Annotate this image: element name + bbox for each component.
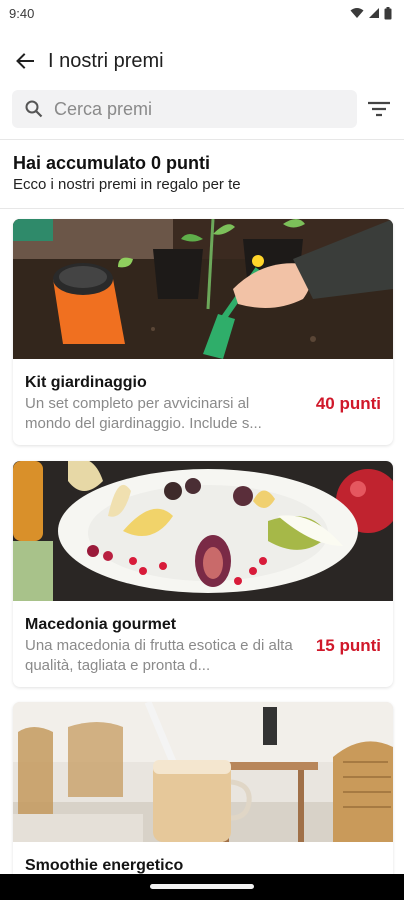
home-gesture-handle[interactable] [150,884,254,889]
search-row [12,90,394,128]
points-summary: Hai accumulato 0 punti Ecco i nostri pre… [13,152,393,195]
reward-title: Smoothie energetico [25,857,184,874]
battery-icon [384,6,392,19]
divider [0,208,404,209]
search-input[interactable] [54,98,334,120]
reward-description: Un set completo per avvicinarsi al mondo… [25,395,262,432]
reward-card-body: Kit giardinaggio Un set completo per avv… [13,359,393,445]
back-button[interactable] [12,48,38,74]
page-title: I nostri premi [48,49,164,72]
filter-icon [368,101,390,117]
status-bar: 9:40 [0,0,404,26]
reward-card[interactable]: Smoothie energetico [13,702,393,900]
reward-image-gardening [13,219,393,359]
reward-title: Kit giardinaggio [25,374,147,391]
reward-image-smoothie [13,702,393,842]
status-time: 9:40 [9,5,35,21]
arrow-back-icon [16,53,34,69]
status-icons [350,6,392,20]
cellular-signal-icon [369,8,379,18]
reward-title: Macedonia gourmet [25,616,177,633]
search-box[interactable] [12,90,357,128]
points-title: Hai accumulato 0 punti [13,153,211,173]
reward-image-fruit-salad [13,461,393,601]
points-subtitle: Ecco i nostri premi in regalo per te [13,176,241,193]
reward-points: 15 punti [315,636,381,655]
filter-button[interactable] [364,94,394,124]
reward-card[interactable]: Macedonia gourmet Una macedonia di frutt… [13,461,393,687]
reward-card[interactable]: Kit giardinaggio Un set completo per avv… [13,219,393,445]
reward-description: Una macedonia di frutta esotica e di alt… [25,637,293,674]
system-navigation-bar [0,874,404,900]
wifi-icon [350,8,364,18]
reward-points: 40 punti [315,394,381,413]
reward-card-body: Macedonia gourmet Una macedonia di frutt… [13,601,393,687]
app-bar: I nostri premi [0,40,404,82]
divider [0,139,404,140]
search-icon [25,100,43,118]
